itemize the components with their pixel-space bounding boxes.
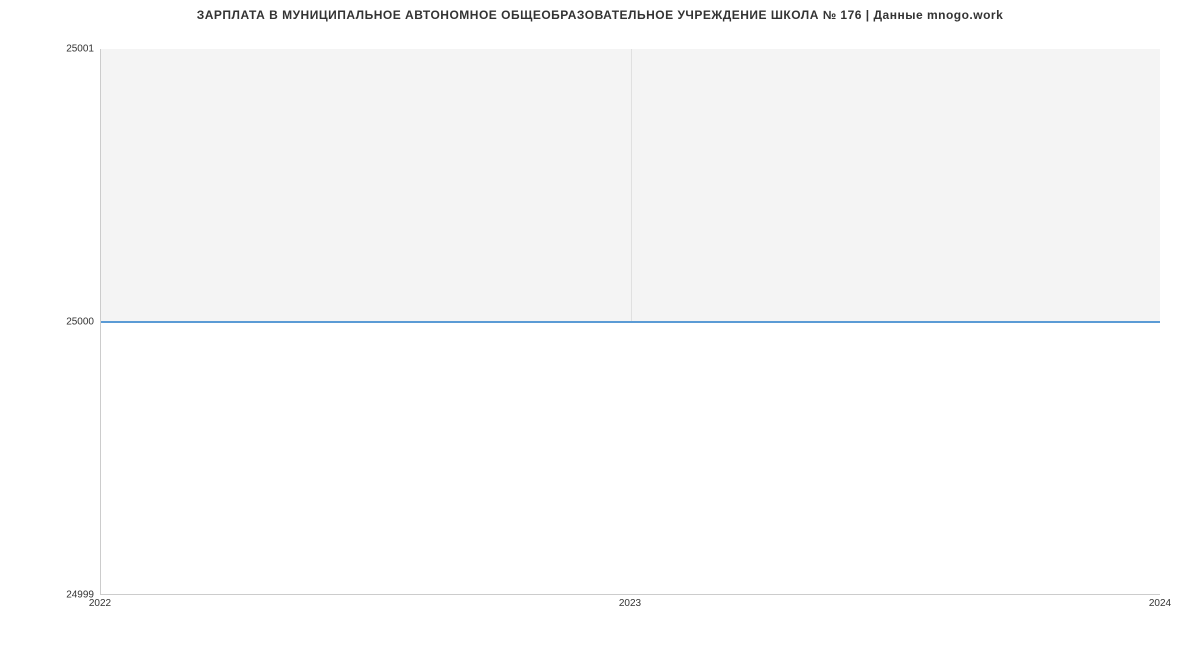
chart-title: ЗАРПЛАТА В МУНИЦИПАЛЬНОЕ АВТОНОМНОЕ ОБЩЕ… <box>0 8 1200 22</box>
x-tick-2023: 2023 <box>619 598 641 609</box>
x-tick-2022: 2022 <box>89 598 111 609</box>
data-line <box>101 321 1160 323</box>
x-tick-2024: 2024 <box>1149 598 1171 609</box>
plot-lower-half <box>101 322 1160 595</box>
plot-area <box>100 49 1160 595</box>
y-tick-25001: 25001 <box>66 44 94 55</box>
y-tick-25000: 25000 <box>66 317 94 328</box>
